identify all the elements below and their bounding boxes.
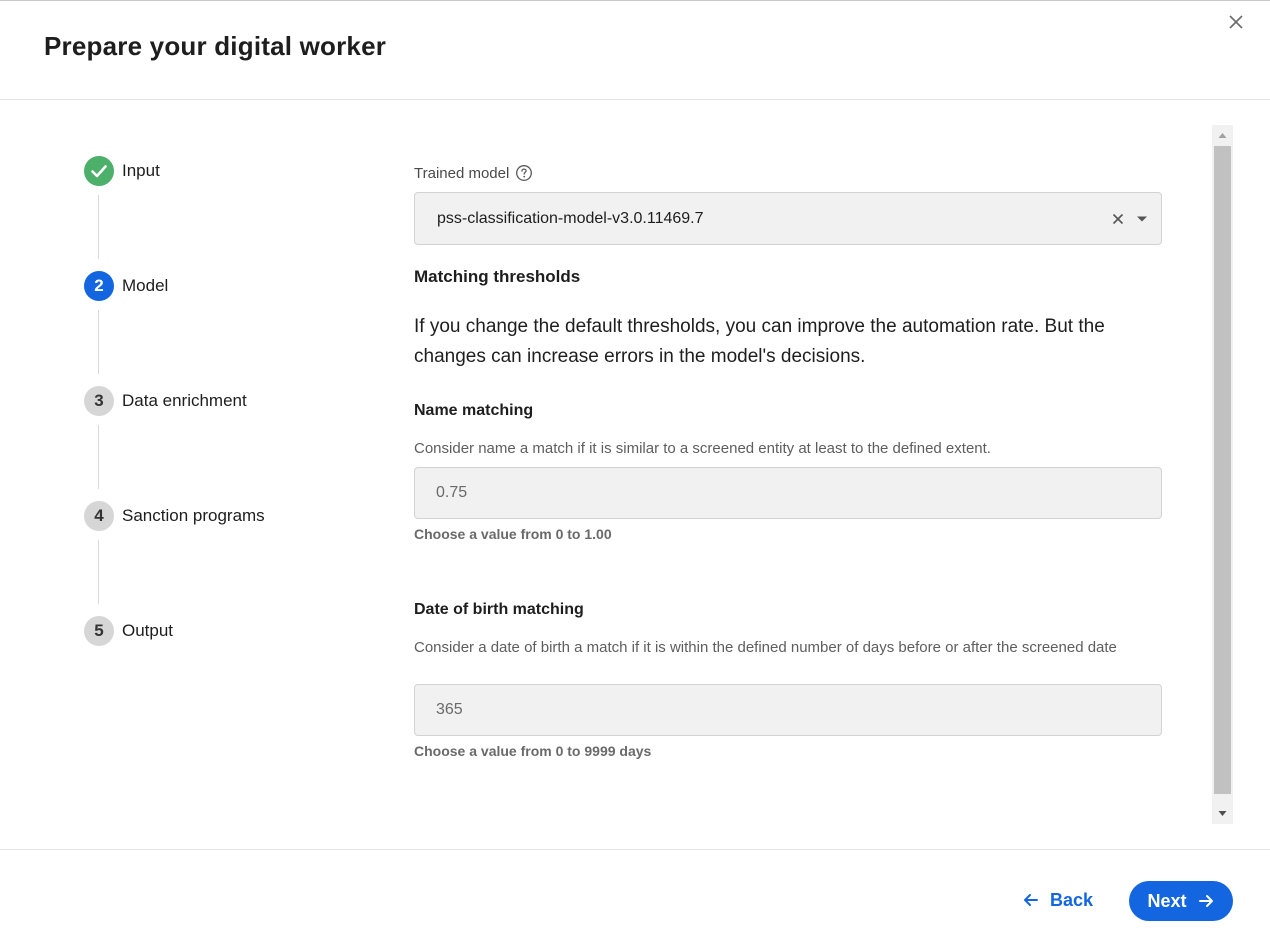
name-matching-description: Consider name a match if it is similar t… xyxy=(414,440,991,457)
content-scrollbar[interactable] xyxy=(1212,125,1233,824)
back-button[interactable]: Back xyxy=(1022,881,1093,919)
step-check-icon xyxy=(84,156,114,186)
name-matching-input[interactable] xyxy=(414,467,1162,519)
chevron-down-icon[interactable] xyxy=(1135,212,1149,226)
scroll-down-button[interactable] xyxy=(1212,804,1233,824)
close-icon xyxy=(1229,15,1243,29)
step-label: Model xyxy=(122,276,169,295)
dob-matching-input[interactable] xyxy=(414,684,1162,736)
arrow-right-icon xyxy=(1198,895,1213,907)
next-button[interactable]: Next xyxy=(1129,881,1233,921)
help-circle-icon[interactable] xyxy=(515,164,533,182)
scroll-thumb[interactable] xyxy=(1214,146,1231,794)
step-sanction-programs[interactable]: 4 Sanction programs xyxy=(84,500,265,532)
step-number: 2 xyxy=(84,271,114,301)
step-number: 5 xyxy=(84,616,114,646)
model-settings-panel: Trained model pss-classification-model-v… xyxy=(414,120,1164,840)
scroll-down-icon xyxy=(1218,811,1227,816)
dob-matching-hint: Choose a value from 0 to 9999 days xyxy=(414,743,652,759)
step-label: Data enrichment xyxy=(122,391,247,410)
trained-model-label: Trained model xyxy=(414,164,533,182)
clear-icon[interactable] xyxy=(1109,210,1127,228)
scroll-up-icon xyxy=(1218,133,1227,138)
step-connector xyxy=(98,310,99,374)
trained-model-select[interactable]: pss-classification-model-v3.0.11469.7 xyxy=(414,192,1162,245)
trained-model-value: pss-classification-model-v3.0.11469.7 xyxy=(437,210,704,227)
dialog-footer: Back Next xyxy=(0,849,1270,932)
step-connector xyxy=(98,540,99,604)
step-number: 3 xyxy=(84,386,114,416)
next-button-label: Next xyxy=(1147,890,1187,911)
scroll-up-button[interactable] xyxy=(1212,125,1233,145)
name-matching-hint: Choose a value from 0 to 1.00 xyxy=(414,526,612,542)
matching-thresholds-title: Matching thresholds xyxy=(414,267,581,286)
step-connector xyxy=(98,195,99,259)
arrow-left-icon xyxy=(1024,894,1038,906)
close-button[interactable] xyxy=(1222,8,1250,36)
trained-model-label-text: Trained model xyxy=(414,164,510,182)
step-model[interactable]: 2 Model xyxy=(84,270,168,302)
dialog-header: Prepare your digital worker xyxy=(0,0,1270,100)
wizard-stepper: Input 2 Model 3 Data enrichment 4 Sancti… xyxy=(84,155,384,675)
step-label: Input xyxy=(122,161,160,180)
dialog-title: Prepare your digital worker xyxy=(44,31,387,61)
step-label: Sanction programs xyxy=(122,506,265,525)
step-label: Output xyxy=(122,621,174,640)
step-number: 4 xyxy=(84,501,114,531)
step-data-enrichment[interactable]: 3 Data enrichment xyxy=(84,385,247,417)
step-output[interactable]: 5 Output xyxy=(84,615,173,647)
thresholds-intro: If you change the default thresholds, yo… xyxy=(414,316,1105,367)
step-input[interactable]: Input xyxy=(84,155,160,187)
step-connector xyxy=(98,425,99,489)
name-matching-title: Name matching xyxy=(414,402,534,419)
dob-matching-description: Consider a date of birth a match if it i… xyxy=(414,639,1117,656)
dob-matching-title: Date of birth matching xyxy=(414,601,584,618)
back-button-label: Back xyxy=(1050,889,1094,910)
